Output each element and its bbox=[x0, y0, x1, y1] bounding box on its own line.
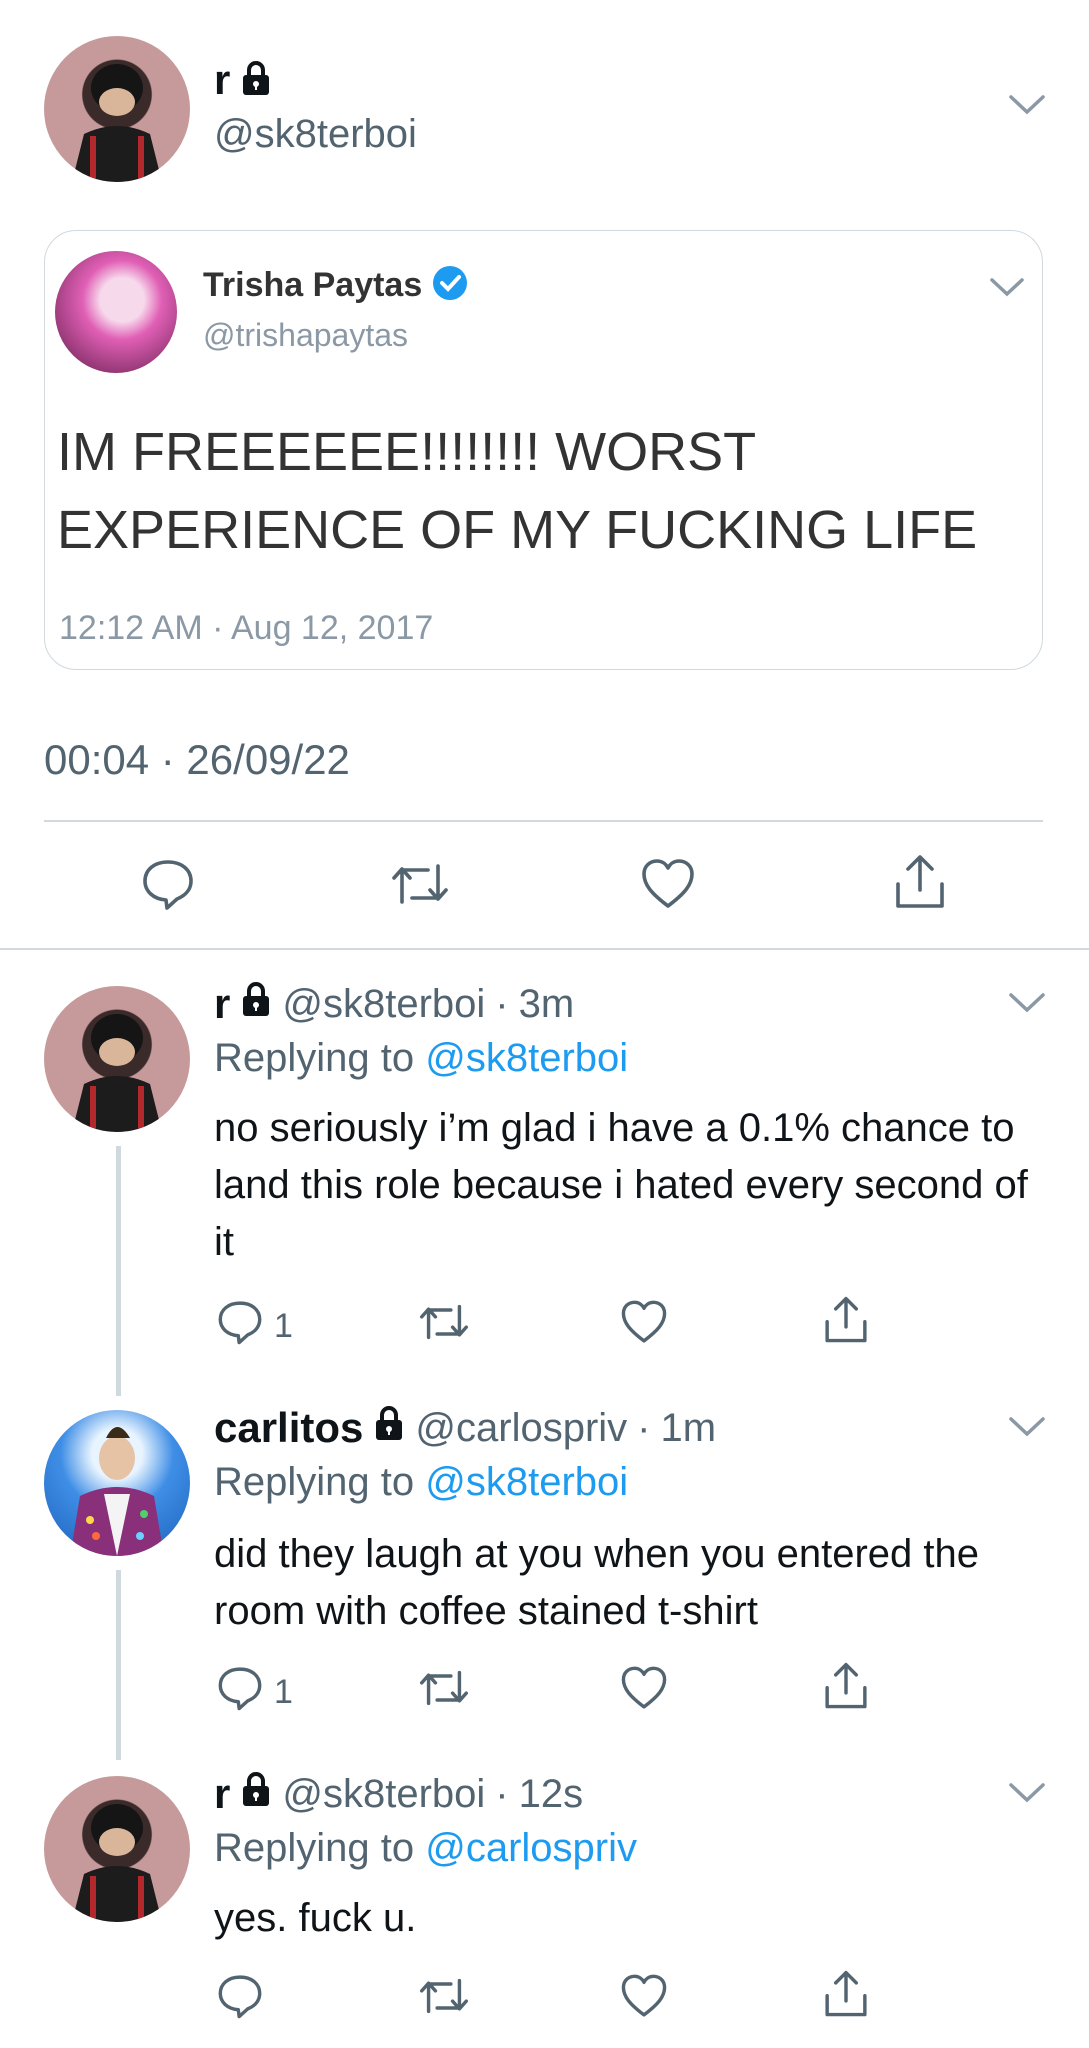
separator-dot: · bbox=[637, 1405, 651, 1450]
retweet-icon bbox=[418, 1972, 470, 2029]
like-icon bbox=[620, 1972, 668, 2029]
thread-line bbox=[116, 1146, 121, 1396]
share-button[interactable] bbox=[822, 1660, 870, 1721]
tweet-age: 12s bbox=[518, 1771, 584, 1816]
share-icon bbox=[892, 852, 948, 921]
replying-to-label: Replying to bbox=[214, 1036, 415, 1080]
reply-button[interactable] bbox=[216, 1972, 274, 2029]
tweet-timestamp: 00:04 · 26/09/22 bbox=[44, 736, 350, 783]
tweet-age: 3m bbox=[518, 981, 575, 1026]
retweet-icon bbox=[418, 1664, 470, 1721]
reply-button[interactable]: 1 bbox=[216, 1664, 293, 1721]
quoted-author-handle: @trishapaytas bbox=[203, 317, 409, 353]
like-button[interactable] bbox=[620, 1298, 668, 1355]
retweet-icon bbox=[418, 1298, 470, 1355]
avatar-figure-icon bbox=[72, 1804, 162, 1922]
chevron-down-icon bbox=[989, 277, 1025, 302]
retweet-button[interactable] bbox=[418, 1664, 470, 1721]
like-button[interactable] bbox=[620, 1972, 668, 2029]
chevron-down-icon[interactable] bbox=[1008, 94, 1046, 121]
replying-to-label: Replying to bbox=[214, 1460, 415, 1504]
reply-icon bbox=[216, 1664, 264, 1721]
lock-icon bbox=[240, 60, 272, 101]
tweet-age: 1m bbox=[660, 1405, 717, 1450]
avatar[interactable] bbox=[44, 1776, 190, 1922]
lock-icon bbox=[373, 1405, 405, 1451]
quoted-avatar bbox=[55, 251, 177, 373]
retweet-icon bbox=[390, 856, 450, 921]
share-icon bbox=[822, 1968, 870, 2029]
author-name[interactable]: r bbox=[214, 56, 230, 104]
quoted-author-name: Trisha Paytas bbox=[203, 266, 423, 304]
tweet-text: yes. fuck u. bbox=[214, 1896, 417, 1940]
author-name[interactable]: r bbox=[214, 1770, 230, 1818]
avatar[interactable] bbox=[44, 986, 190, 1132]
replying-to-mention[interactable]: @sk8terboi bbox=[425, 1036, 628, 1080]
chevron-down-icon[interactable] bbox=[1008, 1416, 1046, 1443]
like-icon bbox=[620, 1298, 668, 1355]
reply-icon bbox=[216, 1972, 264, 2029]
tweet-text: did they laugh at you when you entered t… bbox=[214, 1532, 979, 1633]
reply-count: 1 bbox=[274, 1307, 293, 1345]
thread-line bbox=[116, 1570, 121, 1760]
quoted-tweet-timestamp: 12:12 AM · Aug 12, 2017 bbox=[59, 609, 434, 647]
avatar-person-icon bbox=[70, 1427, 164, 1556]
chevron-down-icon[interactable] bbox=[1008, 992, 1046, 1019]
reply-count: 1 bbox=[274, 1673, 293, 1711]
like-button[interactable] bbox=[620, 1664, 668, 1721]
separator-dot: · bbox=[495, 1771, 509, 1816]
avatar[interactable] bbox=[44, 1410, 190, 1556]
share-button[interactable] bbox=[822, 1294, 870, 1355]
verified-badge-icon bbox=[432, 265, 468, 306]
quoted-tweet-text: IM FREEEEEE!!!!!!!! WORST EXPERIENCE OF … bbox=[57, 422, 978, 560]
reply-button[interactable]: 1 bbox=[216, 1298, 293, 1355]
replying-to-mention[interactable]: @carlospriv bbox=[425, 1826, 637, 1870]
share-button[interactable] bbox=[822, 1968, 870, 2029]
author-handle[interactable]: @sk8terboi bbox=[282, 982, 485, 1027]
share-icon bbox=[822, 1294, 870, 1355]
retweet-button[interactable] bbox=[418, 1972, 470, 2029]
author-name[interactable]: carlitos bbox=[214, 1404, 363, 1452]
lock-icon bbox=[240, 1771, 272, 1817]
lock-icon bbox=[240, 981, 272, 1027]
replying-to-mention[interactable]: @sk8terboi bbox=[425, 1460, 628, 1504]
author-handle[interactable]: @sk8terboi bbox=[214, 112, 417, 157]
share-icon bbox=[822, 1660, 870, 1721]
avatar-figure-icon bbox=[72, 1014, 162, 1132]
replying-to: Replying to @sk8terboi bbox=[214, 1036, 628, 1081]
retweet-button[interactable] bbox=[390, 856, 450, 921]
author-handle[interactable]: @carlospriv bbox=[415, 1406, 627, 1451]
separator-dot: · bbox=[495, 981, 509, 1026]
tweet-text: no seriously i’m glad i have a 0.1% chan… bbox=[214, 1106, 1028, 1264]
replying-to-label: Replying to bbox=[214, 1826, 415, 1870]
avatar[interactable] bbox=[44, 36, 190, 182]
like-button[interactable] bbox=[640, 856, 696, 921]
quoted-tweet[interactable]: Trisha Paytas @trishapaytas IM FREEEEEE!… bbox=[44, 230, 1043, 670]
author-name[interactable]: r bbox=[214, 980, 230, 1028]
share-button[interactable] bbox=[892, 852, 948, 921]
reply-icon bbox=[216, 1298, 264, 1355]
chevron-down-icon[interactable] bbox=[1008, 1782, 1046, 1809]
like-icon bbox=[620, 1664, 668, 1721]
reply-icon bbox=[140, 856, 196, 921]
avatar-figure-icon bbox=[72, 64, 162, 182]
replying-to: Replying to @sk8terboi bbox=[214, 1460, 628, 1505]
retweet-button[interactable] bbox=[418, 1298, 470, 1355]
reply-button[interactable] bbox=[140, 856, 196, 921]
divider bbox=[44, 820, 1043, 822]
replying-to: Replying to @carlospriv bbox=[214, 1826, 637, 1871]
author-handle[interactable]: @sk8terboi bbox=[282, 1772, 485, 1817]
like-icon bbox=[640, 856, 696, 921]
divider bbox=[0, 948, 1089, 950]
